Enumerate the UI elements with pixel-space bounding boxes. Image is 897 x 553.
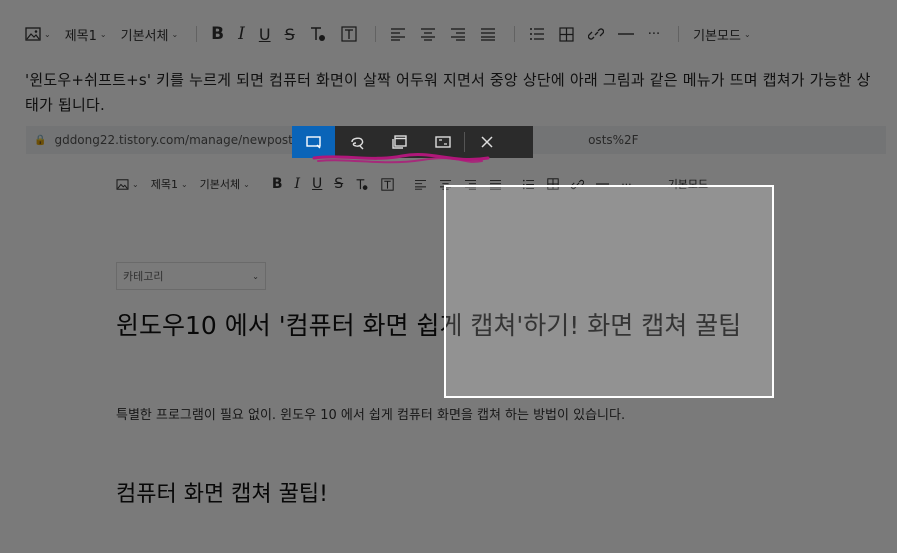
font-dropdown[interactable]: 기본서체 ⌄ xyxy=(121,25,179,44)
table-icon xyxy=(559,26,574,42)
underline-button[interactable]: U xyxy=(259,25,271,44)
post-heading: 컴퓨터 화면 캡쳐 꿀팁! xyxy=(116,482,328,507)
align-center-icon xyxy=(420,28,435,41)
heading-dropdown[interactable]: 제목1 ⌄ xyxy=(65,25,107,44)
strikethrough-button: S xyxy=(334,176,344,192)
link-icon xyxy=(587,28,604,40)
freeform-snip-icon xyxy=(350,137,363,150)
category-select: 카테고리 ⌄ xyxy=(116,262,266,290)
rectangle-snip-icon xyxy=(305,136,321,149)
insert-image-button: ⌄ xyxy=(116,178,139,190)
align-left-button xyxy=(414,179,427,190)
text-background-button[interactable] xyxy=(341,26,357,42)
snip-selection-rectangle[interactable] xyxy=(444,185,774,398)
text-color-icon xyxy=(310,27,325,41)
image-icon xyxy=(116,178,129,190)
url-suffix: osts%2F xyxy=(588,133,639,147)
divider xyxy=(513,26,515,42)
horizontal-rule-button[interactable] xyxy=(617,32,634,36)
italic-button: I xyxy=(294,176,301,192)
chevron-down-icon: ⌄ xyxy=(180,179,188,189)
align-justify-button[interactable] xyxy=(480,27,496,41)
window-snip-icon xyxy=(391,135,407,149)
table-button[interactable] xyxy=(559,26,574,42)
text-background-button xyxy=(381,177,394,191)
align-right-icon xyxy=(450,28,465,41)
bold-button[interactable]: B xyxy=(211,24,224,44)
link-button[interactable] xyxy=(587,26,604,42)
paragraph-text: '윈도우+쉬프트+s' 키를 누르게 되면 컴퓨터 화면이 살짝 어두워 지면서… xyxy=(25,71,871,114)
bullet-list-button[interactable] xyxy=(529,27,545,41)
close-icon xyxy=(480,136,493,148)
chevron-down-icon: ⌄ xyxy=(99,29,107,39)
text-color-button[interactable] xyxy=(309,26,327,42)
text-background-icon xyxy=(381,177,394,191)
chevron-down-icon: ⌄ xyxy=(132,179,139,189)
chevron-down-icon: ⌄ xyxy=(44,29,51,39)
chevron-down-icon: ⌄ xyxy=(743,29,751,39)
chevron-down-icon: ⌄ xyxy=(243,179,250,189)
divider xyxy=(374,26,376,42)
lock-icon: 🔒 xyxy=(34,134,47,146)
align-right-button[interactable] xyxy=(450,27,466,41)
divider xyxy=(678,26,680,42)
text-color-button xyxy=(355,178,369,191)
align-center-button[interactable] xyxy=(420,27,436,41)
font-dropdown: 기본서체 ⌄ xyxy=(199,178,250,191)
insert-image-button[interactable]: ⌄ xyxy=(25,27,51,41)
image-icon xyxy=(25,27,41,41)
bold-button: B xyxy=(271,176,283,192)
more-button[interactable]: ··· xyxy=(648,27,660,42)
align-justify-icon xyxy=(480,28,495,41)
text-color-icon xyxy=(356,178,368,190)
chevron-down-icon: ⌄ xyxy=(252,271,259,281)
align-left-icon xyxy=(415,179,427,190)
editor-toolbar: ⌄ 제목1 ⌄ 기본서체 ⌄ B I U S ··· 기본모드 ⌄ xyxy=(0,0,897,68)
scribble-underline-mark xyxy=(312,152,490,164)
strikethrough-button[interactable]: S xyxy=(285,25,295,44)
italic-button[interactable]: I xyxy=(238,24,245,44)
text-background-icon xyxy=(341,26,357,42)
horizontal-line-icon xyxy=(617,33,634,35)
underline-button: U xyxy=(312,176,323,192)
fullscreen-snip-icon xyxy=(434,136,451,148)
align-left-button[interactable] xyxy=(390,27,406,41)
align-left-icon xyxy=(390,28,405,41)
post-body-text: 특별한 프로그램이 필요 없이. 윈도우 10 에서 쉽게 컴퓨터 화면을 캡쳐… xyxy=(116,408,626,423)
list-icon xyxy=(529,28,544,40)
chevron-down-icon: ⌄ xyxy=(171,29,179,39)
mode-dropdown[interactable]: 기본모드 ⌄ xyxy=(693,25,751,44)
url-text: gddong22.tistory.com/manage/newpost/?typ… xyxy=(54,133,331,147)
heading-dropdown: 제목1 ⌄ xyxy=(150,178,188,191)
divider xyxy=(196,26,198,42)
